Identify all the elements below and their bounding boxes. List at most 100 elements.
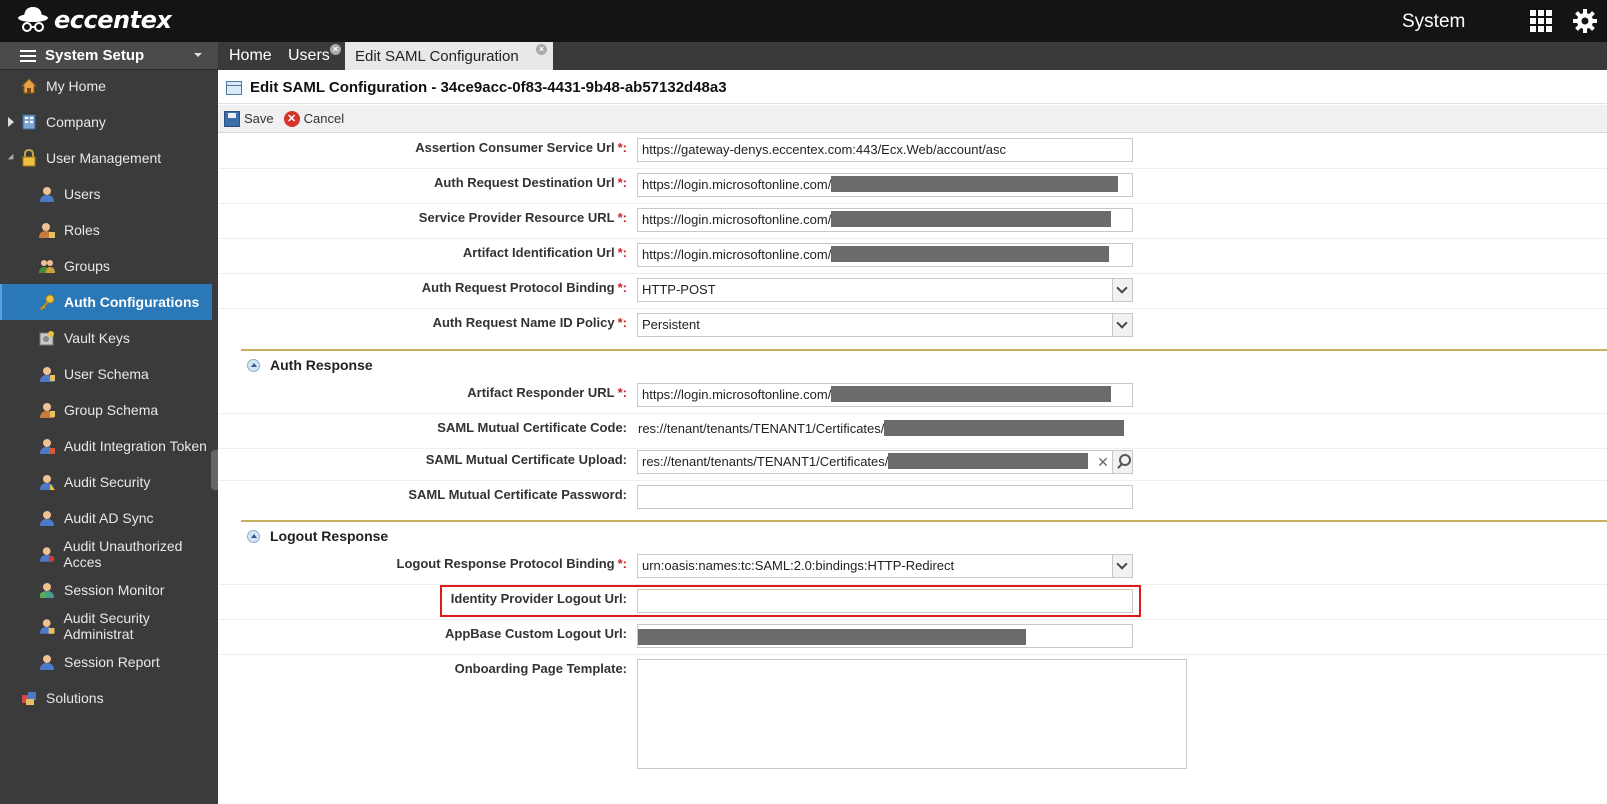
cert-password-input[interactable] xyxy=(637,485,1133,509)
sidebar-item-label: Groups xyxy=(64,258,110,274)
sidebar-item-label: User Management xyxy=(46,150,162,166)
auth-response-section[interactable]: Auth Response xyxy=(241,349,1607,379)
sidebar-item-roles[interactable]: Roles xyxy=(0,212,218,248)
save-label: Save xyxy=(244,111,274,126)
sidebar-item-audit-ad-sync[interactable]: Audit AD Sync xyxy=(0,500,218,536)
solutions-icon xyxy=(22,692,36,705)
auth-dest-url-input[interactable]: https://login.microsoftonline.com/ xyxy=(637,173,1133,197)
cert-upload-input[interactable]: res://tenant/tenants/TENANT1/Certificate… xyxy=(637,450,1133,474)
sidebar-item-audit-security[interactable]: Audit Security xyxy=(0,464,218,500)
sidebar-item-label: Session Report xyxy=(64,654,160,670)
sp-resource-url-input[interactable]: https://login.microsoftonline.com/ xyxy=(637,208,1133,232)
sidebar-item-label: Roles xyxy=(64,222,100,238)
field-label: Assertion Consumer Service Url *: xyxy=(415,140,627,155)
sidebar-item-audit-integration-token[interactable]: Audit Integration Token xyxy=(0,428,218,464)
cert-code-row: SAML Mutual Certificate Code: res://tena… xyxy=(218,414,1607,449)
logout-binding-select[interactable]: urn:oasis:names:tc:SAML:2.0:bindings:HTT… xyxy=(637,554,1133,578)
collapse-icon[interactable] xyxy=(247,529,260,543)
sidebar-item-label: Users xyxy=(64,186,101,202)
sp-resource-url-row: Service Provider Resource URL *: https://… xyxy=(218,204,1607,239)
redaction xyxy=(884,420,1125,437)
toolbar: Save ✕ Cancel xyxy=(218,105,1607,133)
collapse-icon[interactable] xyxy=(247,358,260,372)
redaction xyxy=(888,453,1089,470)
chevron-down-icon[interactable] xyxy=(1112,279,1132,301)
section-title: Logout Response xyxy=(270,528,389,544)
redaction xyxy=(831,246,1110,263)
sidebar-item-audit-unauthorized-access[interactable]: Audit Unauthorized Acces xyxy=(0,536,218,572)
cancel-button[interactable]: ✕ Cancel xyxy=(283,110,344,127)
field-label: SAML Mutual Certificate Upload: xyxy=(425,452,627,467)
sidebar-item-session-monitor[interactable]: Session Monitor xyxy=(0,572,218,608)
user-icon xyxy=(40,187,54,202)
logo-icon xyxy=(18,7,48,32)
protocol-binding-select[interactable]: HTTP-POST xyxy=(637,278,1133,302)
hamburger-icon xyxy=(20,49,36,62)
sidebar-item-group-schema[interactable]: Group Schema xyxy=(0,392,218,428)
redaction xyxy=(831,176,1119,193)
collapse-arrow-icon[interactable] xyxy=(7,153,17,163)
sidebar-item-groups[interactable]: Groups xyxy=(0,248,218,284)
gear-icon[interactable] xyxy=(1572,8,1598,34)
field-label: Onboarding Page Template: xyxy=(454,661,627,676)
sidebar-header[interactable]: System Setup xyxy=(0,42,218,70)
logout-response-section[interactable]: Logout Response xyxy=(241,520,1607,550)
redaction xyxy=(831,386,1112,403)
name-id-policy-select[interactable]: Persistent xyxy=(637,313,1133,337)
artifact-responder-url-input[interactable]: https://login.microsoftonline.com/ xyxy=(637,383,1133,407)
artifact-id-url-input[interactable]: https://login.microsoftonline.com/ xyxy=(637,243,1133,267)
sidebar-item-my-home[interactable]: My Home xyxy=(0,68,218,104)
sidebar-item-label: Session Monitor xyxy=(64,582,165,598)
sidebar-item-label: Audit AD Sync xyxy=(64,510,154,526)
audit-icon xyxy=(39,547,55,562)
sidebar-item-label: User Schema xyxy=(64,366,149,382)
cert-password-row: SAML Mutual Certificate Password: xyxy=(218,481,1607,516)
sidebar-item-users[interactable]: Users xyxy=(0,176,218,212)
field-label: AppBase Custom Logout Url: xyxy=(445,626,627,641)
cert-code-value: res://tenant/tenants/TENANT1/Certificate… xyxy=(638,418,1125,442)
name-id-policy-row: Auth Request Name ID Policy *: Persistent xyxy=(218,309,1607,344)
home-icon xyxy=(20,78,38,94)
sidebar-item-session-report[interactable]: Session Report xyxy=(0,644,218,680)
field-label: Auth Request Destination Url *: xyxy=(434,175,627,190)
expand-arrow-icon[interactable] xyxy=(8,117,14,127)
sidebar-item-label: Audit Unauthorized Acces xyxy=(63,538,183,570)
app-logo[interactable]: eccentex xyxy=(16,5,172,35)
cancel-icon: ✕ xyxy=(283,110,300,127)
chevron-down-icon[interactable] xyxy=(1112,314,1132,336)
vault-icon xyxy=(39,331,54,346)
sidebar-item-label: Group Schema xyxy=(64,402,159,418)
top-bar: eccentex System xyxy=(0,0,1607,42)
form-icon xyxy=(226,80,242,95)
clear-icon[interactable]: ✕ xyxy=(1096,451,1110,473)
context-label[interactable]: System xyxy=(1402,11,1465,33)
search-icon[interactable] xyxy=(1112,451,1132,473)
field-label: Auth Request Name ID Policy *: xyxy=(432,315,627,330)
sidebar-item-user-management[interactable]: User Management xyxy=(0,140,218,176)
building-icon xyxy=(22,114,36,130)
cert-upload-row: SAML Mutual Certificate Upload: res://te… xyxy=(218,446,1607,481)
tab-label: Home xyxy=(229,47,272,64)
save-button[interactable]: Save xyxy=(224,110,274,127)
audit-icon xyxy=(40,475,55,490)
chevron-down-icon[interactable] xyxy=(1112,555,1132,577)
sidebar-item-audit-security-administration[interactable]: Audit Security Administrat xyxy=(0,608,218,644)
onboarding-template-textarea[interactable] xyxy=(637,659,1187,769)
sidebar-item-label: Audit Security Administrat xyxy=(63,610,150,642)
sidebar-header-label: System Setup xyxy=(45,47,145,64)
sidebar-item-user-schema[interactable]: User Schema xyxy=(0,356,218,392)
acs-url-row: Assertion Consumer Service Url *: https:/… xyxy=(218,134,1607,169)
sidebar-item-auth-configurations[interactable]: Auth Configurations xyxy=(0,284,212,320)
appbase-logout-url-input[interactable] xyxy=(637,624,1133,648)
tab-edit-saml-configuration[interactable]: Edit SAML Configuration × xyxy=(345,42,553,70)
sidebar-item-company[interactable]: Company xyxy=(0,104,218,140)
close-icon[interactable]: × xyxy=(330,44,341,55)
sidebar-item-vault-keys[interactable]: Vault Keys xyxy=(0,320,218,356)
tab-users[interactable]: Users × xyxy=(288,42,341,70)
acs-url-input[interactable]: https://gateway-denys.eccentex.com:443/E… xyxy=(637,138,1133,162)
apps-grid-icon[interactable] xyxy=(1530,10,1552,32)
close-icon[interactable]: × xyxy=(536,44,547,55)
sidebar-item-solutions[interactable]: Solutions xyxy=(0,680,218,716)
sidebar-item-label: My Home xyxy=(46,78,106,94)
tab-home[interactable]: Home xyxy=(229,42,272,70)
